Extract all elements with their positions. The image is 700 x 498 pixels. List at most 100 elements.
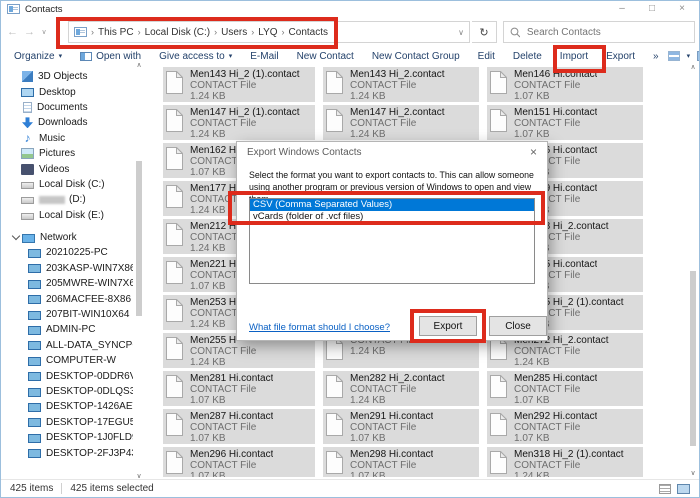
file-type: CONTACT File (350, 460, 433, 471)
minimize-button[interactable]: – (607, 1, 637, 17)
sidebar-scrollbar[interactable]: ∧ ∨ (133, 61, 145, 480)
navigation-pane: 3D Objects Desktop Documents Downloads (1, 61, 133, 480)
details-view-icon[interactable] (659, 484, 671, 494)
sidebar-item[interactable]: (D:) (1, 192, 133, 207)
contact-file-tile[interactable]: Men143 Hi_2.contact CONTACT File 1.24 KB (323, 67, 479, 102)
sidebar-item-icon (28, 403, 41, 412)
contact-file-tile[interactable]: Men282 Hi_2.contact CONTACT File 1.24 KB (323, 371, 479, 406)
toolbar-button[interactable]: Export ▾ (597, 51, 644, 62)
scroll-down-icon[interactable]: ∨ (687, 469, 699, 477)
file-name: Men287 Hi.contact (190, 411, 273, 422)
contact-file-tile[interactable]: Men298 Hi.contact CONTACT File 1.07 KB (323, 447, 479, 477)
search-box[interactable] (503, 21, 695, 43)
sidebar-item[interactable]: Pictures (1, 146, 133, 161)
dialog-close-icon[interactable]: × (530, 146, 537, 158)
breadcrumb-segment[interactable]: This PC (98, 27, 134, 38)
sidebar-item-label: 203KASP-WIN7X86 (46, 263, 133, 274)
sidebar-item[interactable]: DESKTOP-1J0FLD9 (1, 430, 133, 445)
toolbar-button[interactable]: New Contact ▾ (288, 51, 363, 62)
contact-file-tile[interactable]: Men318 Hi_2 (1).contact CONTACT File 1.2… (487, 447, 643, 477)
search-input[interactable] (525, 26, 688, 39)
up-icon[interactable]: ↑ (51, 26, 66, 38)
file-size: 1.24 KB (190, 91, 300, 100)
file-name: Men143 Hi_2 (1).contact (190, 69, 300, 80)
contact-file-tile[interactable]: Men285 Hi.contact CONTACT File 1.07 KB (487, 371, 643, 406)
sidebar-item[interactable]: Desktop (1, 84, 133, 99)
change-view-icon[interactable] (668, 51, 680, 61)
contact-file-icon (166, 413, 183, 436)
sidebar-item[interactable]: 203KASP-WIN7X86 (1, 261, 133, 276)
sidebar-item[interactable]: DESKTOP-17EGU5N (1, 415, 133, 430)
export-format-listbox[interactable]: CSV (Comma Separated Values) vCards (fol… (249, 198, 535, 284)
sidebar-item-label: 206MACFEE-8X86 (46, 294, 131, 305)
close-dialog-button[interactable]: Close (489, 316, 547, 336)
contact-file-tile[interactable]: Men281 Hi.contact CONTACT File 1.07 KB (163, 371, 315, 406)
contact-file-tile[interactable]: Men151 Hi.contact CONTACT File 1.07 KB (487, 105, 643, 140)
toolbar-button[interactable]: E-Mail ▾ (241, 51, 287, 62)
toolbar-button[interactable]: » ▾ (644, 51, 668, 62)
scrollbar-thumb[interactable] (690, 271, 696, 446)
chevron-separator-icon: › (138, 27, 141, 37)
export-format-option[interactable]: vCards (folder of .vcf files) (250, 211, 534, 223)
back-icon[interactable]: ← (5, 26, 20, 38)
chevron-separator-icon: › (91, 27, 94, 37)
thumbnail-view-icon[interactable] (677, 484, 690, 494)
scroll-up-icon[interactable]: ∧ (687, 63, 699, 71)
sidebar-item[interactable]: 205MWRE-WIN7X64 (1, 276, 133, 291)
sidebar-item[interactable]: Music (1, 131, 133, 146)
selected-count: 425 items selected (70, 483, 153, 494)
address-dropdown-icon[interactable]: ∨ (458, 28, 464, 37)
file-size: 1.07 KB (190, 471, 273, 477)
forward-icon[interactable]: → (22, 26, 37, 38)
sidebar-item[interactable]: Local Disk (E:) (1, 208, 133, 223)
scrollbar-thumb[interactable] (136, 161, 142, 316)
contact-file-tile[interactable]: Men287 Hi.contact CONTACT File 1.07 KB (163, 409, 315, 444)
contact-file-tile[interactable]: Men146 Hi.contact CONTACT File 1.07 KB (487, 67, 643, 102)
sidebar-item[interactable]: DESKTOP-0DDR6VI (1, 368, 133, 383)
sidebar-item[interactable]: ALL-DATA_SYNCPC (1, 338, 133, 353)
sidebar-item[interactable]: Videos (1, 161, 133, 176)
toolbar-button[interactable]: Import ▾ (551, 51, 597, 62)
sidebar-item[interactable]: 3D Objects (1, 69, 133, 84)
filelist-scrollbar[interactable]: ∧ ∨ (687, 63, 699, 477)
contact-file-tile[interactable]: Men143 Hi_2 (1).contact CONTACT File 1.2… (163, 67, 315, 102)
sidebar-item[interactable]: DESKTOP-2FJ3P43 (1, 445, 133, 460)
toolbar-button[interactable]: Open with ▾ (71, 51, 150, 62)
toolbar-button[interactable]: Delete ▾ (504, 51, 551, 62)
sidebar-item[interactable]: 206MACFEE-8X86 (1, 291, 133, 306)
breadcrumb[interactable]: › This PC › Local Disk (C:) › Users › LY… (68, 21, 470, 43)
toolbar-button[interactable]: New Contact Group ▾ (363, 51, 469, 62)
breadcrumb-segment[interactable]: Local Disk (C:) (145, 27, 211, 38)
toolbar-button[interactable]: Organize ▾ (5, 51, 71, 62)
breadcrumb-segment[interactable]: Contacts (289, 27, 328, 38)
sidebar-item[interactable]: 207BIT-WIN10X64 (1, 307, 133, 322)
history-dropdown-icon[interactable]: ∨ (39, 28, 49, 36)
contact-file-tile[interactable]: Men291 Hi.contact CONTACT File 1.07 KB (323, 409, 479, 444)
refresh-button[interactable]: ↻ (472, 21, 497, 43)
breadcrumb-segment[interactable]: Users (221, 27, 247, 38)
sidebar-item[interactable]: Local Disk (C:) (1, 177, 133, 192)
export-button[interactable]: Export (419, 316, 477, 336)
sidebar-item[interactable]: Network (1, 230, 133, 245)
toolbar-button[interactable]: Give access to ▾ (150, 51, 241, 62)
scroll-up-icon[interactable]: ∧ (133, 61, 145, 69)
sidebar-item[interactable]: DESKTOP-0DLQS3E (1, 384, 133, 399)
sidebar-item[interactable]: DESKTOP-1426AET (1, 399, 133, 414)
view-dropdown-icon[interactable]: ▾ (687, 52, 691, 60)
contact-file-tile[interactable]: Men147 Hi_2.contact CONTACT File 1.24 KB (323, 105, 479, 140)
sidebar-item[interactable]: 20210225-PC (1, 245, 133, 260)
contact-file-tile[interactable]: Men147 Hi_2 (1).contact CONTACT File 1.2… (163, 105, 315, 140)
sidebar-item[interactable]: COMPUTER-W (1, 353, 133, 368)
breadcrumb-segment[interactable]: LYQ (258, 27, 277, 38)
toolbar-button[interactable]: Edit ▾ (469, 51, 504, 62)
sidebar-item-label: Documents (37, 102, 88, 113)
sidebar-item[interactable]: ADMIN-PC (1, 322, 133, 337)
sidebar-item[interactable]: Downloads (1, 115, 133, 130)
file-format-help-link[interactable]: What file format should I choose? (249, 322, 390, 333)
export-format-option[interactable]: CSV (Comma Separated Values) (250, 199, 534, 211)
contact-file-tile[interactable]: Men292 Hi.contact CONTACT File 1.07 KB (487, 409, 643, 444)
contact-file-tile[interactable]: Men296 Hi.contact CONTACT File 1.07 KB (163, 447, 315, 477)
close-button[interactable]: × (667, 1, 697, 17)
sidebar-item[interactable]: Documents (1, 100, 133, 115)
maximize-button[interactable]: □ (637, 1, 667, 17)
